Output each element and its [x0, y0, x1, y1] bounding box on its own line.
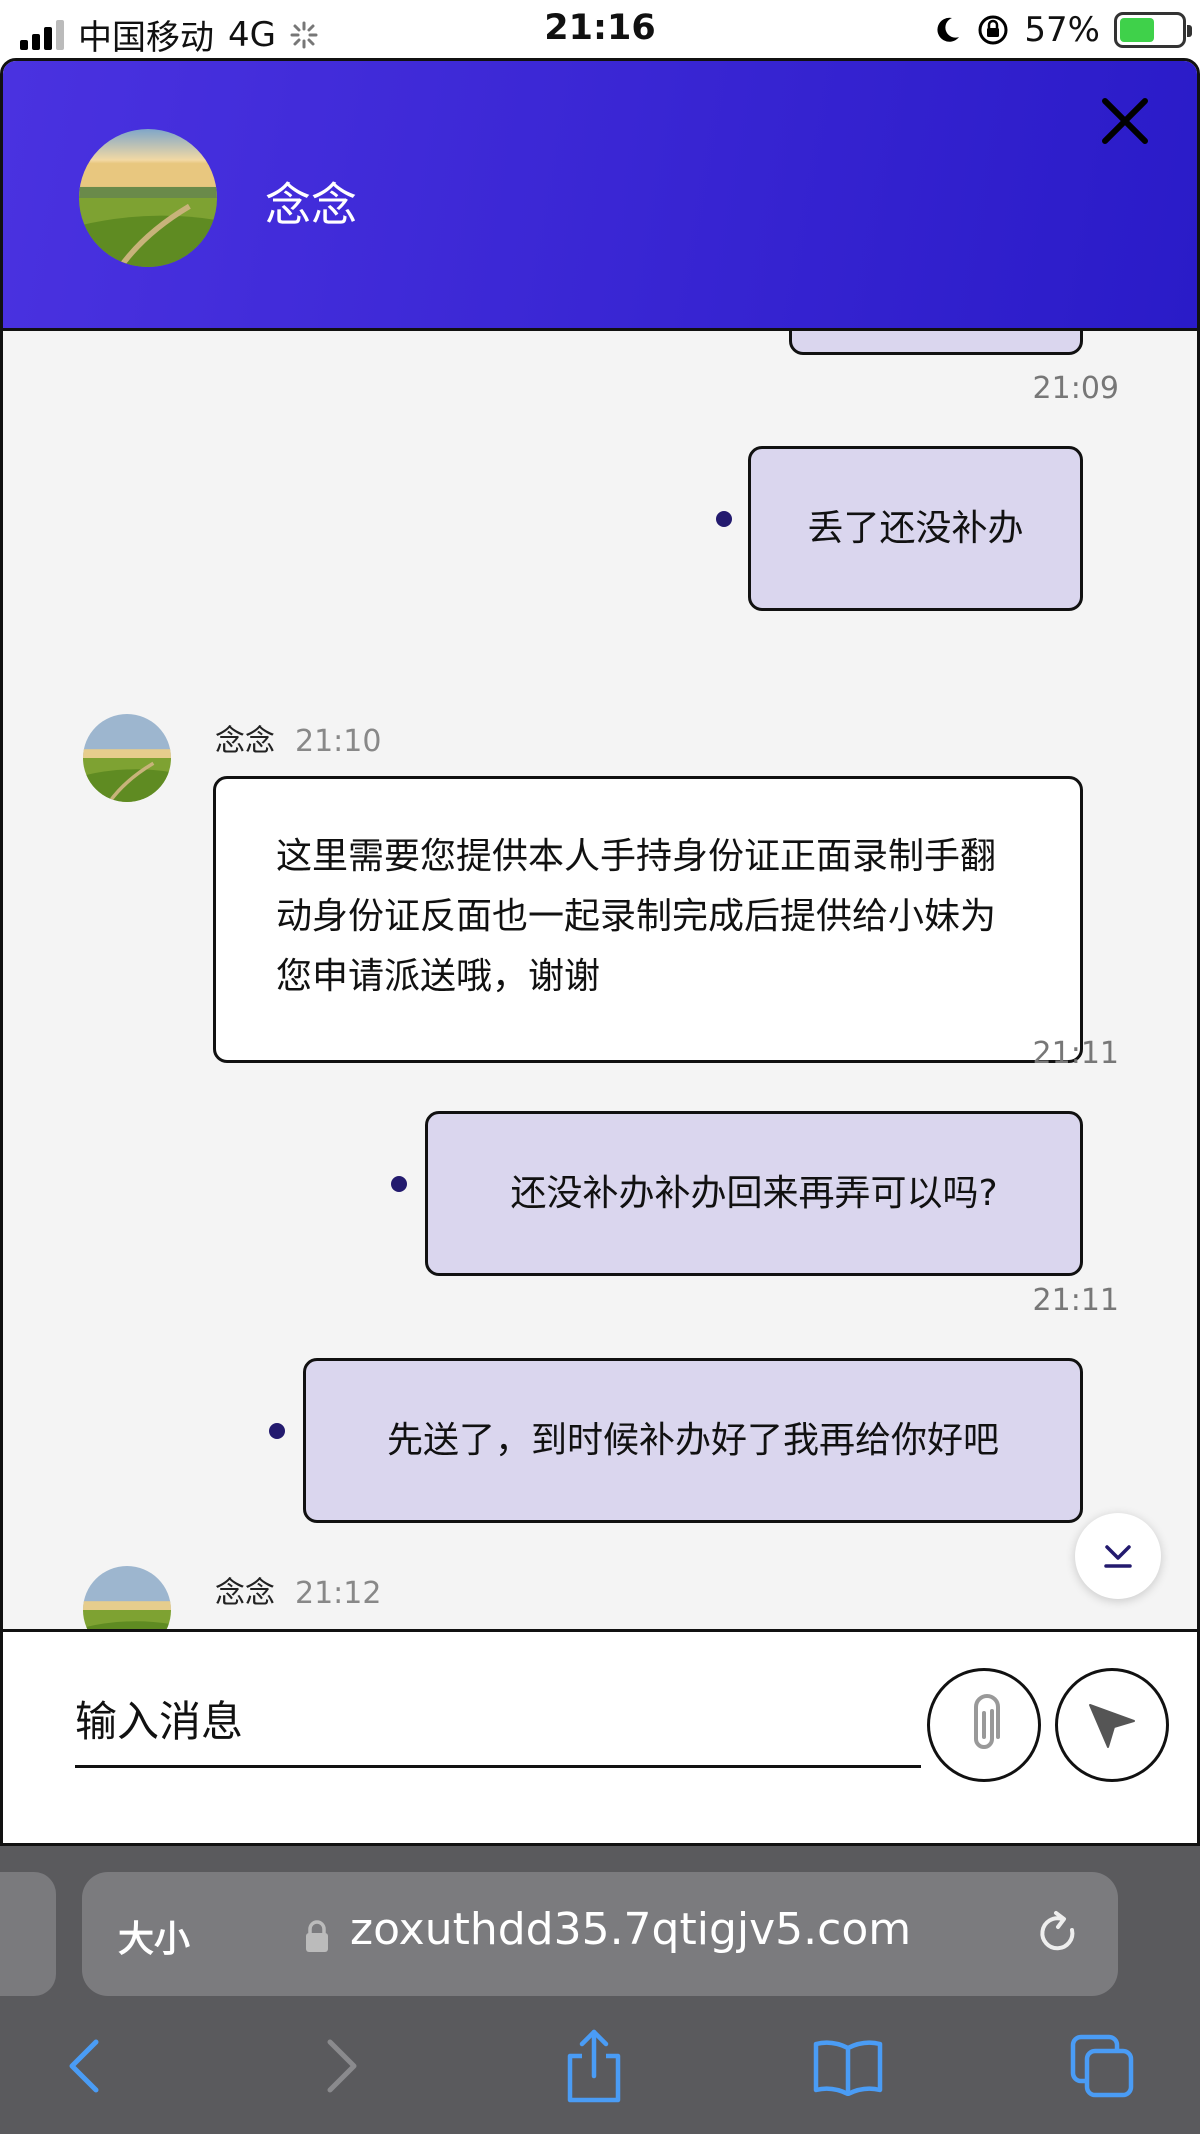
forward-chevron-icon [327, 2039, 357, 2093]
tabs-icon [1070, 2034, 1134, 2098]
unread-dot [391, 1176, 407, 1192]
forward-button[interactable] [302, 2026, 382, 2106]
sender-avatar [83, 714, 171, 802]
book-icon [813, 2040, 883, 2096]
reload-icon[interactable] [1032, 1908, 1082, 1958]
message-time: 21:11 [1032, 1283, 1119, 1318]
message-time: 21:11 [1032, 1036, 1119, 1071]
battery-percent: 57% [1024, 10, 1100, 50]
sender-line: 念念 21:12 [215, 1568, 381, 1612]
url-text[interactable]: zoxuthdd35.7qtigjv5.com [350, 1904, 911, 1955]
attach-button[interactable] [927, 1668, 1041, 1782]
sender-name: 念念 [215, 1576, 275, 1611]
message-time: 21:10 [295, 724, 382, 759]
back-button[interactable] [44, 2026, 124, 2106]
text-size-button[interactable]: 大小 [118, 1910, 190, 1962]
message-list[interactable]: 21:09 丢了还没补办 念念 21:10 这里需要您提供本人手持身份证正面录制手… [3, 331, 1197, 1631]
scroll-to-bottom-button[interactable] [1075, 1513, 1161, 1599]
message-bubble-partial [789, 331, 1083, 355]
previous-tab-peek[interactable] [0, 1872, 56, 1996]
address-bar[interactable]: 大小 zoxuthdd35.7qtigjv5.com [82, 1872, 1118, 1996]
close-button[interactable] [1095, 91, 1155, 151]
message-bubble-sent: 先送了，到时候补办好了我再给你好吧 [303, 1358, 1083, 1523]
browser-toolbar [0, 2016, 1200, 2134]
lock-icon [306, 1920, 328, 1952]
close-icon [1102, 98, 1148, 144]
send-button[interactable] [1055, 1668, 1169, 1782]
tabs-button[interactable] [1062, 2026, 1142, 2106]
share-icon [567, 2029, 621, 2103]
browser-chrome: 大小 zoxuthdd35.7qtigjv5.com [0, 1846, 1200, 2134]
sender-line: 念念 21:10 [215, 716, 381, 760]
message-text: 丢了还没补办 [807, 508, 1024, 549]
contact-avatar [79, 129, 217, 267]
battery-icon [1114, 12, 1192, 48]
sender-name: 念念 [215, 724, 275, 759]
moon-icon [937, 17, 960, 42]
paperclip-icon [974, 1694, 1000, 1749]
chevron-down-icon [1104, 1545, 1132, 1568]
message-bubble-sent: 丢了还没补办 [748, 446, 1083, 611]
unread-dot [269, 1423, 285, 1439]
unread-dot [716, 511, 732, 527]
send-icon [1089, 1704, 1135, 1748]
message-text: 这里需要您提供本人手持身份证正面录制手翻动身份证反面也一起录制完成后提供给小妹为… [276, 836, 997, 997]
message-bubble-sent: 还没补办补办回来再弄可以吗? [425, 1111, 1083, 1276]
share-button[interactable] [554, 2026, 634, 2106]
message-text: 先送了，到时候补办好了我再给你好吧 [386, 1420, 999, 1461]
status-bar: 中国移动 4G 21:16 57% [0, 0, 1200, 60]
chat-header: 念念 [3, 61, 1197, 331]
message-time: 21:12 [295, 1576, 382, 1611]
composer [3, 1629, 1197, 1843]
message-time: 21:09 [1032, 371, 1119, 406]
message-bubble-received: 这里需要您提供本人手持身份证正面录制手翻动身份证反面也一起录制完成后提供给小妹为… [213, 776, 1083, 1063]
message-text: 还没补办补办回来再弄可以吗? [510, 1173, 998, 1214]
back-chevron-icon [69, 2039, 99, 2093]
chat-widget: 念念 21:09 丢了还没补办 念念 21:10 这里需要您提供本人手持身份证正… [0, 58, 1200, 1846]
bookmarks-button[interactable] [808, 2026, 888, 2106]
sender-avatar [83, 1566, 171, 1631]
orientation-lock-icon [978, 15, 1008, 45]
contact-name: 念念 [265, 178, 357, 232]
message-input[interactable] [75, 1678, 921, 1768]
